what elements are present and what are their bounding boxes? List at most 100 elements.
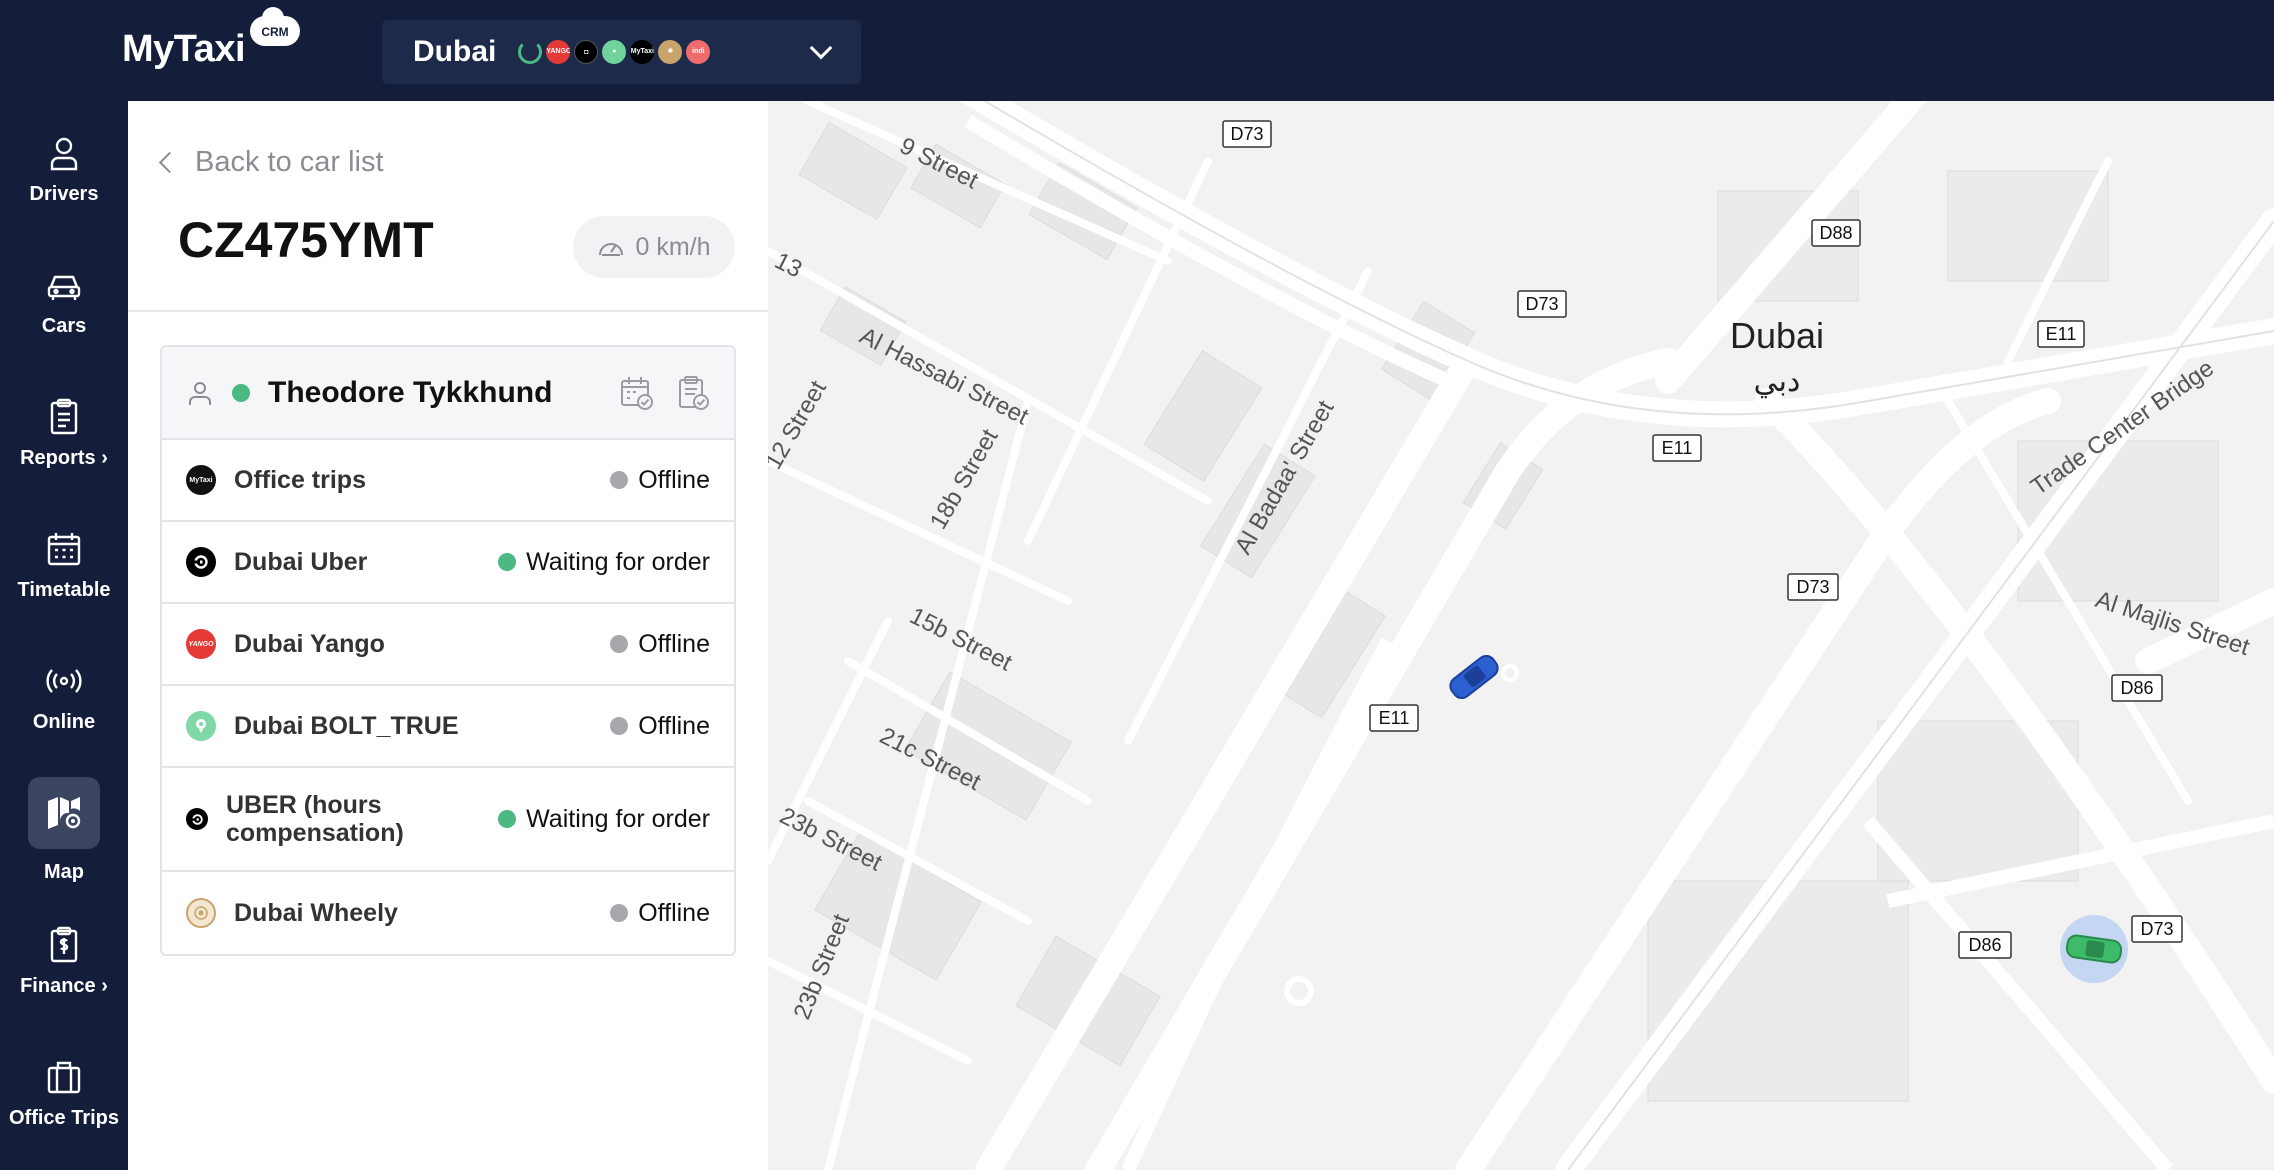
road-shield-label: D73 bbox=[1525, 294, 1558, 314]
car-plate: CZ475YMT bbox=[178, 212, 434, 268]
aggregator-status: Waiting for order bbox=[498, 548, 710, 577]
status-text: Offline bbox=[638, 898, 710, 927]
clipboard-check-icon[interactable] bbox=[676, 375, 710, 411]
sidebar-item-office-trips[interactable]: Office Trips bbox=[0, 1025, 128, 1157]
uber-icon: ◘ bbox=[574, 40, 599, 64]
map-canvas[interactable]: D73 D88 D73 E11 E11 D73 E11 D86 D86 D73 … bbox=[768, 101, 2274, 1170]
mytaxi-logo-icon: MyTaxi bbox=[186, 465, 216, 495]
road-shield: D86 bbox=[1958, 931, 2012, 959]
speed-badge: 0 km/h bbox=[573, 216, 735, 278]
sidebar-item-timetable[interactable]: Timetable bbox=[0, 497, 128, 629]
calendar-check-icon[interactable] bbox=[620, 375, 654, 411]
aggregator-name: Dubai Yango bbox=[234, 630, 385, 658]
uber-logo-icon bbox=[186, 547, 216, 577]
person-outline-icon bbox=[189, 381, 211, 405]
road-shield: E11 bbox=[2037, 320, 2085, 348]
driver-card-header: Theodore Tykkhund bbox=[162, 347, 734, 440]
sidebar-item-drivers[interactable]: Drivers bbox=[0, 101, 128, 233]
sidebar-item-label: Drivers bbox=[29, 183, 99, 205]
crm-badge-text: CRM bbox=[261, 25, 289, 39]
status-dot bbox=[498, 553, 517, 571]
aggregator-row-uber-hours-compensation[interactable]: UBER (hours compensation) Waiting for or… bbox=[162, 768, 734, 872]
road-shield-label: E11 bbox=[1379, 708, 1410, 728]
road-shield-label: E11 bbox=[1662, 438, 1693, 458]
road-shield-label: D73 bbox=[1796, 577, 1829, 597]
sidebar-item-label: Cars bbox=[41, 315, 87, 337]
road-shield-label: D73 bbox=[1230, 124, 1263, 144]
status-dot bbox=[610, 904, 629, 922]
status-dot bbox=[610, 635, 629, 653]
indrive-icon: indi bbox=[686, 40, 711, 64]
road-shield-label: D88 bbox=[1819, 223, 1852, 243]
status-dot bbox=[498, 810, 517, 828]
yango-logo-icon: YANGO bbox=[186, 629, 216, 659]
sidebar-item-label: Office Trips bbox=[8, 1107, 120, 1129]
city-selector[interactable]: Dubai YANGO ◘ ● MyTaxi ✺ indi bbox=[382, 20, 861, 84]
aggregator-row-office-trips[interactable]: MyTaxi Office trips Offline bbox=[162, 440, 734, 522]
road-shield: D73 bbox=[1517, 290, 1567, 318]
aggregator-name: UBER (hours compensation) bbox=[226, 791, 404, 847]
driver-status-dot bbox=[232, 383, 250, 402]
aggregator-row-dubai-uber[interactable]: Dubai Uber Waiting for order bbox=[162, 522, 734, 604]
sidebar-item-online[interactable]: Online bbox=[0, 629, 128, 761]
sidebar-item-reports[interactable]: Reports › bbox=[0, 365, 128, 497]
aggregator-row-dubai-yango[interactable]: YANGO Dubai Yango Offline bbox=[162, 604, 734, 686]
yango-icon: YANGO bbox=[546, 40, 571, 64]
aggregator-name: Office trips bbox=[234, 466, 366, 494]
sidebar-item-label-text: Reports bbox=[20, 447, 96, 469]
status-dot bbox=[610, 471, 629, 489]
status-dot bbox=[610, 717, 629, 735]
city-selector-value: Dubai bbox=[413, 35, 497, 68]
status-text: Offline bbox=[638, 465, 710, 494]
map-view[interactable]: D73 D88 D73 E11 E11 D73 E11 D86 D86 D73 … bbox=[768, 101, 2274, 1170]
aggregator-name: Dubai BOLT_TRUE bbox=[234, 712, 459, 740]
bolt-true-logo-icon bbox=[186, 711, 216, 741]
aggregator-status: Offline bbox=[610, 712, 710, 741]
sidebar-item-label: Reports › bbox=[20, 447, 108, 469]
wheely-logo-icon bbox=[186, 898, 216, 928]
bolt-icon bbox=[518, 40, 543, 64]
road-shield: D88 bbox=[1811, 219, 1861, 247]
sidebar-item-label: Online bbox=[32, 711, 96, 733]
status-text: Offline bbox=[638, 711, 710, 740]
road-shield: D73 bbox=[2131, 915, 2183, 943]
aggregator-name: Dubai Wheely bbox=[234, 899, 398, 927]
road-shield: E11 bbox=[1652, 434, 1702, 462]
chevron-down-icon bbox=[809, 36, 833, 60]
road-shield-label: D86 bbox=[1968, 935, 2001, 955]
uber-logo-icon bbox=[186, 808, 208, 830]
aggregator-status: Offline bbox=[610, 466, 710, 495]
aggregator-row-dubai-bolt-true[interactable]: Dubai BOLT_TRUE Offline bbox=[162, 686, 734, 768]
road-shield: D86 bbox=[2111, 674, 2163, 702]
speed-value: 0 km/h bbox=[635, 232, 711, 261]
broadcast-icon bbox=[46, 669, 82, 693]
back-to-car-list-link[interactable]: Back to car list bbox=[158, 146, 384, 179]
aggregator-row-dubai-wheely[interactable]: Dubai Wheely Offline bbox=[162, 872, 734, 954]
top-bar: MyTaxi CRM Dubai YANGO ◘ ● MyTaxi ✺ indi bbox=[0, 0, 2274, 101]
road-shield-label: E11 bbox=[2046, 324, 2077, 344]
speedometer-icon bbox=[599, 243, 624, 256]
map-city-label: Dubai bbox=[1730, 315, 1824, 356]
road-shield: E11 bbox=[1369, 704, 1419, 732]
back-label: Back to car list bbox=[195, 146, 384, 178]
sidebar-item-cars[interactable]: Cars bbox=[0, 233, 128, 365]
active-indicator bbox=[28, 777, 100, 849]
calendar-icon bbox=[47, 533, 81, 566]
sidebar-item-finance[interactable]: Finance › bbox=[0, 893, 128, 1025]
sidebar: Drivers Cars Reports › Timetable Online … bbox=[0, 101, 128, 1170]
sidebar-item-map[interactable]: Map bbox=[0, 761, 128, 893]
car-detail-panel: Back to car list CZ475YMT 0 km/h Theodor… bbox=[128, 101, 768, 1170]
road-shield: D73 bbox=[1222, 120, 1272, 148]
person-icon bbox=[50, 137, 78, 171]
aggregator-name: Dubai Uber bbox=[234, 548, 368, 576]
finance-icon bbox=[50, 926, 78, 963]
road-shield: D73 bbox=[1787, 573, 1839, 601]
mytaxi-icon: MyTaxi bbox=[630, 40, 655, 64]
map-city-label-arabic: دبي bbox=[1754, 364, 1801, 399]
road-shield-label: D73 bbox=[2140, 919, 2173, 939]
driver-actions bbox=[620, 375, 710, 411]
app-logo[interactable]: MyTaxi bbox=[122, 28, 246, 71]
driver-name[interactable]: Theodore Tykkhund bbox=[268, 376, 552, 410]
status-text: Offline bbox=[638, 629, 710, 658]
briefcase-icon bbox=[47, 1061, 81, 1094]
